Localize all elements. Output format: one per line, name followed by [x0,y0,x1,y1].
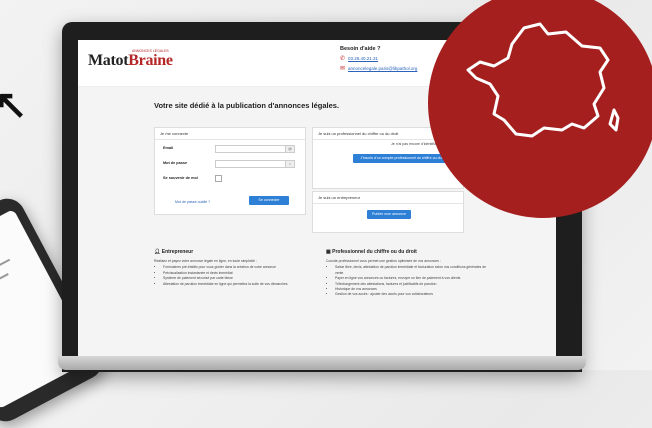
arrow-icon: ↖ [0,83,28,127]
entrepreneur-feature-list: Formulaires pré-établis pour vous guider… [154,265,304,287]
publish-button[interactable]: Publier mon annonce [367,210,411,219]
help-email-row: ✉ annoncelegale.paris@libpathol.org [340,65,417,72]
email-addon-icon: @ [285,145,295,153]
login-panel: Je me connecte Email @ Mot de passe • Se… [154,127,306,215]
entrepreneur-info-text: Réalisez et payez votre annonce légale e… [154,259,304,287]
pro-info-intro: Cocode professionnel vous permet une ges… [326,259,441,263]
pro-feature-list: Saisie libre, devis, attestation de paru… [326,265,486,297]
help-title: Besoin d'aide ? [340,46,381,52]
list-item: Gestion de vos accès : ajouter des accès… [335,292,486,297]
password-label: Mot de passe [163,161,188,165]
page-tagline: Votre site dédié à la publication d'anno… [154,101,340,110]
logo-subtitle: ANNONCES LÉGALES [132,49,169,53]
france-badge [428,0,652,218]
entrepreneur-info-title: 👤︎ Entrepreneur [154,249,193,255]
mail-icon: ✉ [340,66,346,72]
login-button[interactable]: Se connecter [249,196,289,205]
site-logo[interactable]: MatotBraine [88,52,173,70]
password-field[interactable] [215,160,287,168]
list-item: Saisie libre, devis, attestation de paru… [335,265,486,276]
pro-info-title: ▦ Professionnel du chiffre ou du droit [326,249,417,255]
forgot-password-link[interactable]: Mot de passe oublié ? [175,200,210,204]
pro-info-title-text: Professionnel du chiffre ou du droit [332,249,417,255]
help-box: Besoin d'aide ? ✆ 03.26.40.21.31 ✉ annon… [340,46,417,72]
phone-text-line [0,273,9,304]
pro-info-text: Cocode professionnel vous permet une ges… [326,259,486,298]
building-icon: ▦ [326,249,331,255]
entrepreneur-info-intro: Réalisez et payez votre annonce légale e… [154,259,257,263]
list-item: Attestation de parution immédiate en lig… [163,282,304,287]
email-field[interactable] [215,145,287,153]
user-icon: 👤︎ [154,249,161,255]
entrepreneur-info-title-text: Entrepreneur [161,249,194,255]
email-label: Email [163,146,174,150]
lock-icon: • [285,160,295,168]
remember-label: Se souvenir de moi [163,176,198,180]
phone-icon: ✆ [340,56,346,62]
remember-checkbox[interactable] [215,175,222,182]
france-map-icon [466,22,620,138]
help-phone-row: ✆ 03.26.40.21.31 [340,55,417,62]
laptop-base [58,356,586,370]
logo-part2: Braine [128,52,173,69]
help-email-link[interactable]: annoncelegale.paris@libpathol.org [348,66,417,71]
help-phone-link[interactable]: 03.26.40.21.31 [348,56,378,61]
logo-part1: Matot [88,52,129,69]
login-panel-title: Je me connecte [155,128,305,140]
